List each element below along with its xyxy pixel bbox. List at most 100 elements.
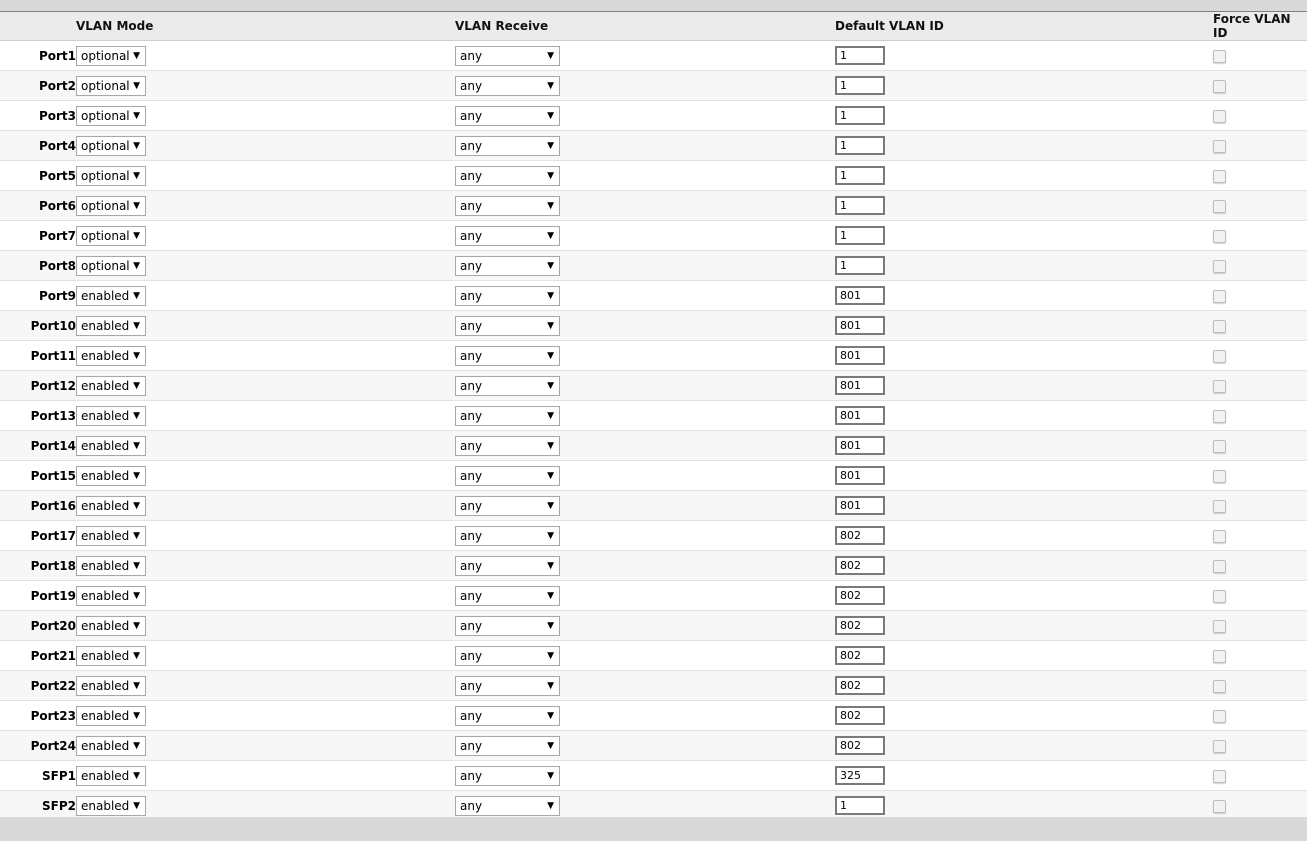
vlan-receive-select[interactable]: any ▼ — [455, 315, 560, 336]
vlan-mode-select[interactable]: optional ▼ — [76, 135, 146, 156]
vlan-mode-select[interactable]: enabled ▼ — [76, 345, 146, 366]
default-vlan-id-input[interactable] — [835, 316, 885, 335]
force-vlan-id-checkbox[interactable] — [1213, 529, 1226, 543]
default-vlan-id-input[interactable] — [835, 436, 885, 455]
default-vlan-id-input[interactable] — [835, 736, 885, 755]
force-vlan-id-checkbox[interactable] — [1213, 499, 1226, 513]
force-vlan-id-checkbox[interactable] — [1213, 709, 1226, 723]
force-vlan-id-checkbox[interactable] — [1213, 349, 1226, 363]
vlan-mode-select[interactable]: enabled ▼ — [76, 525, 146, 546]
vlan-receive-select[interactable]: any ▼ — [455, 645, 560, 666]
default-vlan-id-input[interactable] — [835, 676, 885, 695]
vlan-receive-select[interactable]: any ▼ — [455, 735, 560, 756]
default-vlan-id-input[interactable] — [835, 226, 885, 245]
vlan-mode-select[interactable]: optional ▼ — [76, 105, 146, 126]
force-vlan-id-checkbox[interactable] — [1213, 439, 1226, 453]
vlan-receive-select[interactable]: any ▼ — [455, 585, 560, 606]
vlan-receive-select[interactable]: any ▼ — [455, 105, 560, 126]
vlan-mode-select[interactable]: optional ▼ — [76, 45, 146, 66]
vlan-receive-select[interactable]: any ▼ — [455, 255, 560, 276]
default-vlan-id-input[interactable] — [835, 46, 885, 65]
force-vlan-id-checkbox[interactable] — [1213, 289, 1226, 303]
vlan-receive-select[interactable]: any ▼ — [455, 675, 560, 696]
force-vlan-id-checkbox[interactable] — [1213, 409, 1226, 423]
vlan-mode-select[interactable]: enabled ▼ — [76, 705, 146, 726]
vlan-mode-select[interactable]: enabled ▼ — [76, 465, 146, 486]
vlan-mode-select[interactable]: enabled ▼ — [76, 615, 146, 636]
vlan-receive-select[interactable]: any ▼ — [455, 195, 560, 216]
force-vlan-id-checkbox[interactable] — [1213, 379, 1226, 393]
vlan-mode-select[interactable]: optional ▼ — [76, 195, 146, 216]
vlan-mode-select[interactable]: enabled ▼ — [76, 495, 146, 516]
default-vlan-id-input[interactable] — [835, 166, 885, 185]
vlan-mode-select[interactable]: enabled ▼ — [76, 585, 146, 606]
vlan-receive-select[interactable]: any ▼ — [455, 45, 560, 66]
default-vlan-id-input[interactable] — [835, 556, 885, 575]
force-vlan-id-checkbox[interactable] — [1213, 229, 1226, 243]
default-vlan-id-input[interactable] — [835, 106, 885, 125]
default-vlan-id-input[interactable] — [835, 796, 885, 815]
vlan-receive-select[interactable]: any ▼ — [455, 135, 560, 156]
force-vlan-id-checkbox[interactable] — [1213, 679, 1226, 693]
default-vlan-id-input[interactable] — [835, 286, 885, 305]
vlan-receive-select[interactable]: any ▼ — [455, 615, 560, 636]
force-vlan-id-checkbox[interactable] — [1213, 559, 1226, 573]
vlan-receive-select[interactable]: any ▼ — [455, 345, 560, 366]
vlan-mode-select[interactable]: enabled ▼ — [76, 375, 146, 396]
vlan-receive-select[interactable]: any ▼ — [455, 465, 560, 486]
vlan-receive-select[interactable]: any ▼ — [455, 165, 560, 186]
vlan-receive-select[interactable]: any ▼ — [455, 285, 560, 306]
force-vlan-id-checkbox[interactable] — [1213, 139, 1226, 153]
vlan-mode-select[interactable]: enabled ▼ — [76, 435, 146, 456]
default-vlan-id-input[interactable] — [835, 196, 885, 215]
default-vlan-id-input[interactable] — [835, 76, 885, 95]
default-vlan-id-input[interactable] — [835, 586, 885, 605]
vlan-mode-select[interactable]: optional ▼ — [76, 75, 146, 96]
default-vlan-id-input[interactable] — [835, 616, 885, 635]
vlan-receive-select[interactable]: any ▼ — [455, 495, 560, 516]
default-vlan-id-input[interactable] — [835, 376, 885, 395]
force-vlan-id-checkbox[interactable] — [1213, 619, 1226, 633]
vlan-mode-select[interactable]: enabled ▼ — [76, 795, 146, 816]
vlan-mode-select[interactable]: optional ▼ — [76, 255, 146, 276]
vlan-mode-select[interactable]: enabled ▼ — [76, 765, 146, 786]
vlan-receive-select[interactable]: any ▼ — [455, 765, 560, 786]
vlan-mode-select[interactable]: enabled ▼ — [76, 675, 146, 696]
vlan-mode-select[interactable]: enabled ▼ — [76, 315, 146, 336]
default-vlan-id-input[interactable] — [835, 526, 885, 545]
vlan-receive-select[interactable]: any ▼ — [455, 525, 560, 546]
vlan-mode-select[interactable]: optional ▼ — [76, 165, 146, 186]
vlan-mode-select[interactable]: enabled ▼ — [76, 405, 146, 426]
force-vlan-id-checkbox[interactable] — [1213, 739, 1226, 753]
default-vlan-id-input[interactable] — [835, 136, 885, 155]
force-vlan-id-checkbox[interactable] — [1213, 769, 1226, 783]
default-vlan-id-input[interactable] — [835, 346, 885, 365]
vlan-receive-select[interactable]: any ▼ — [455, 375, 560, 396]
default-vlan-id-input[interactable] — [835, 466, 885, 485]
force-vlan-id-checkbox[interactable] — [1213, 649, 1226, 663]
vlan-mode-select[interactable]: enabled ▼ — [76, 555, 146, 576]
vlan-mode-select[interactable]: optional ▼ — [76, 225, 146, 246]
vlan-mode-select[interactable]: enabled ▼ — [76, 285, 146, 306]
default-vlan-id-input[interactable] — [835, 706, 885, 725]
default-vlan-id-input[interactable] — [835, 496, 885, 515]
default-vlan-id-input[interactable] — [835, 256, 885, 275]
vlan-receive-select[interactable]: any ▼ — [455, 435, 560, 456]
force-vlan-id-checkbox[interactable] — [1213, 109, 1226, 123]
vlan-mode-select[interactable]: enabled ▼ — [76, 735, 146, 756]
vlan-receive-select[interactable]: any ▼ — [455, 795, 560, 816]
vlan-mode-select[interactable]: enabled ▼ — [76, 645, 146, 666]
force-vlan-id-checkbox[interactable] — [1213, 49, 1226, 63]
force-vlan-id-checkbox[interactable] — [1213, 259, 1226, 273]
default-vlan-id-input[interactable] — [835, 406, 885, 425]
vlan-receive-select[interactable]: any ▼ — [455, 225, 560, 246]
force-vlan-id-checkbox[interactable] — [1213, 589, 1226, 603]
force-vlan-id-checkbox[interactable] — [1213, 79, 1226, 93]
vlan-receive-select[interactable]: any ▼ — [455, 75, 560, 96]
force-vlan-id-checkbox[interactable] — [1213, 199, 1226, 213]
default-vlan-id-input[interactable] — [835, 766, 885, 785]
default-vlan-id-input[interactable] — [835, 646, 885, 665]
vlan-receive-select[interactable]: any ▼ — [455, 405, 560, 426]
force-vlan-id-checkbox[interactable] — [1213, 169, 1226, 183]
vlan-receive-select[interactable]: any ▼ — [455, 705, 560, 726]
